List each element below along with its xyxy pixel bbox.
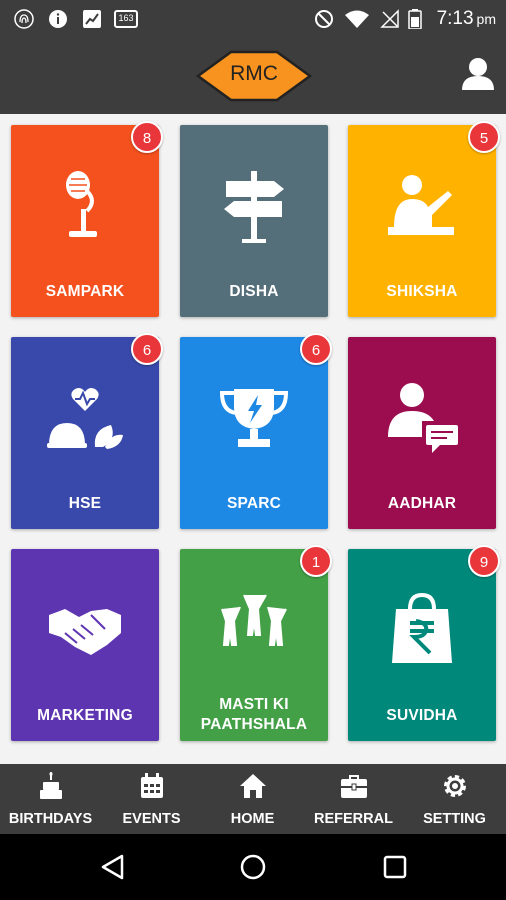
logo-text: RMC xyxy=(230,62,278,85)
nav-setting[interactable]: SETTING xyxy=(404,764,505,834)
wifi-icon xyxy=(345,10,369,28)
tile-marketing[interactable]: MARKETING xyxy=(11,549,159,741)
tile-sparc[interactable]: SPARC 6 xyxy=(180,333,332,529)
app-header: RMC xyxy=(0,38,506,114)
nav-birthdays[interactable]: BIRTHDAYS xyxy=(0,764,101,834)
tile-masti-ki-paathshala[interactable]: MASTI KI PAATHSHALA 1 xyxy=(180,545,332,741)
notification-badge: 9 xyxy=(468,545,500,577)
do-not-disturb-icon xyxy=(315,10,333,28)
rmc-logo[interactable]: RMC xyxy=(195,50,313,102)
notification-count-icon: 163 xyxy=(114,10,138,28)
home-icon xyxy=(240,774,266,798)
clock: 7:13 pm xyxy=(436,8,496,29)
health-safety-icon xyxy=(47,388,123,449)
signpost-icon xyxy=(224,171,284,243)
user-chat-icon xyxy=(388,383,458,453)
tile-label: DISHA xyxy=(229,283,279,300)
nav-label: BIRTHDAYS xyxy=(8,811,93,827)
profile-icon[interactable] xyxy=(460,56,496,92)
info-icon xyxy=(49,10,67,28)
nav-label: REFERRAL xyxy=(314,811,393,827)
home-circle-icon[interactable] xyxy=(238,852,268,882)
trophy-icon xyxy=(219,389,289,447)
recents-icon[interactable] xyxy=(380,852,410,882)
tile-label: HSE xyxy=(68,495,102,512)
chart-notification-icon xyxy=(83,10,101,28)
back-icon[interactable] xyxy=(98,852,128,882)
tile-label-line2: PAATHSHALA xyxy=(200,716,308,733)
tile-label: SAMPARK xyxy=(45,283,125,300)
tile-suvidha[interactable]: SUVIDHA 9 xyxy=(348,545,500,741)
nav-label: EVENTS xyxy=(122,811,181,827)
module-grid: SAMPARK 8 DISHA SHIKSHA 5 HSE 6 SPARC 6 … xyxy=(0,114,506,764)
tile-sampark[interactable]: SAMPARK 8 xyxy=(11,121,163,317)
tile-label-line1: MASTI KI xyxy=(219,696,289,713)
notification-badge: 5 xyxy=(468,121,500,153)
cheering-people-icon xyxy=(221,594,287,646)
tile-label: MASTI KI PAATHSHALA xyxy=(180,695,328,735)
notification-badge: 6 xyxy=(131,333,163,365)
nav-home[interactable]: HOME xyxy=(202,764,303,834)
calendar-icon xyxy=(141,773,163,798)
bottom-navigation: BIRTHDAYS EVENTS HOME REFERRAL SETTING xyxy=(0,764,506,834)
cake-icon xyxy=(40,772,62,799)
notification-badge: 8 xyxy=(131,121,163,153)
shopping-bag-rupee-icon xyxy=(392,592,452,663)
tile-label: SHIKSHA xyxy=(386,283,458,300)
gear-icon xyxy=(444,775,466,797)
no-signal-icon xyxy=(380,9,399,28)
nav-label: HOME xyxy=(230,811,275,827)
nav-referral[interactable]: REFERRAL xyxy=(303,764,404,834)
system-navigation-bar xyxy=(0,834,506,900)
nav-label: SETTING xyxy=(423,811,486,827)
tile-label: SPARC xyxy=(226,495,282,512)
notification-badge: 6 xyxy=(300,333,332,365)
nav-events[interactable]: EVENTS xyxy=(101,764,202,834)
briefcase-icon xyxy=(341,775,367,798)
status-bar: 163 7:13 pm xyxy=(0,0,506,38)
notification-badge: 1 xyxy=(300,545,332,577)
tile-aadhar[interactable]: AADHAR xyxy=(348,337,496,529)
tile-disha[interactable]: DISHA xyxy=(180,125,328,317)
fingerprint-icon xyxy=(14,9,34,29)
tile-label: AADHAR xyxy=(387,495,457,512)
teacher-icon xyxy=(388,175,454,235)
tile-hse[interactable]: HSE 6 xyxy=(11,333,163,529)
tile-label: SUVIDHA xyxy=(386,707,458,724)
battery-icon xyxy=(408,9,422,29)
tile-label: MARKETING xyxy=(37,707,133,724)
microphone-icon xyxy=(66,171,97,237)
handshake-icon xyxy=(49,609,121,655)
tile-shiksha[interactable]: SHIKSHA 5 xyxy=(348,121,500,317)
